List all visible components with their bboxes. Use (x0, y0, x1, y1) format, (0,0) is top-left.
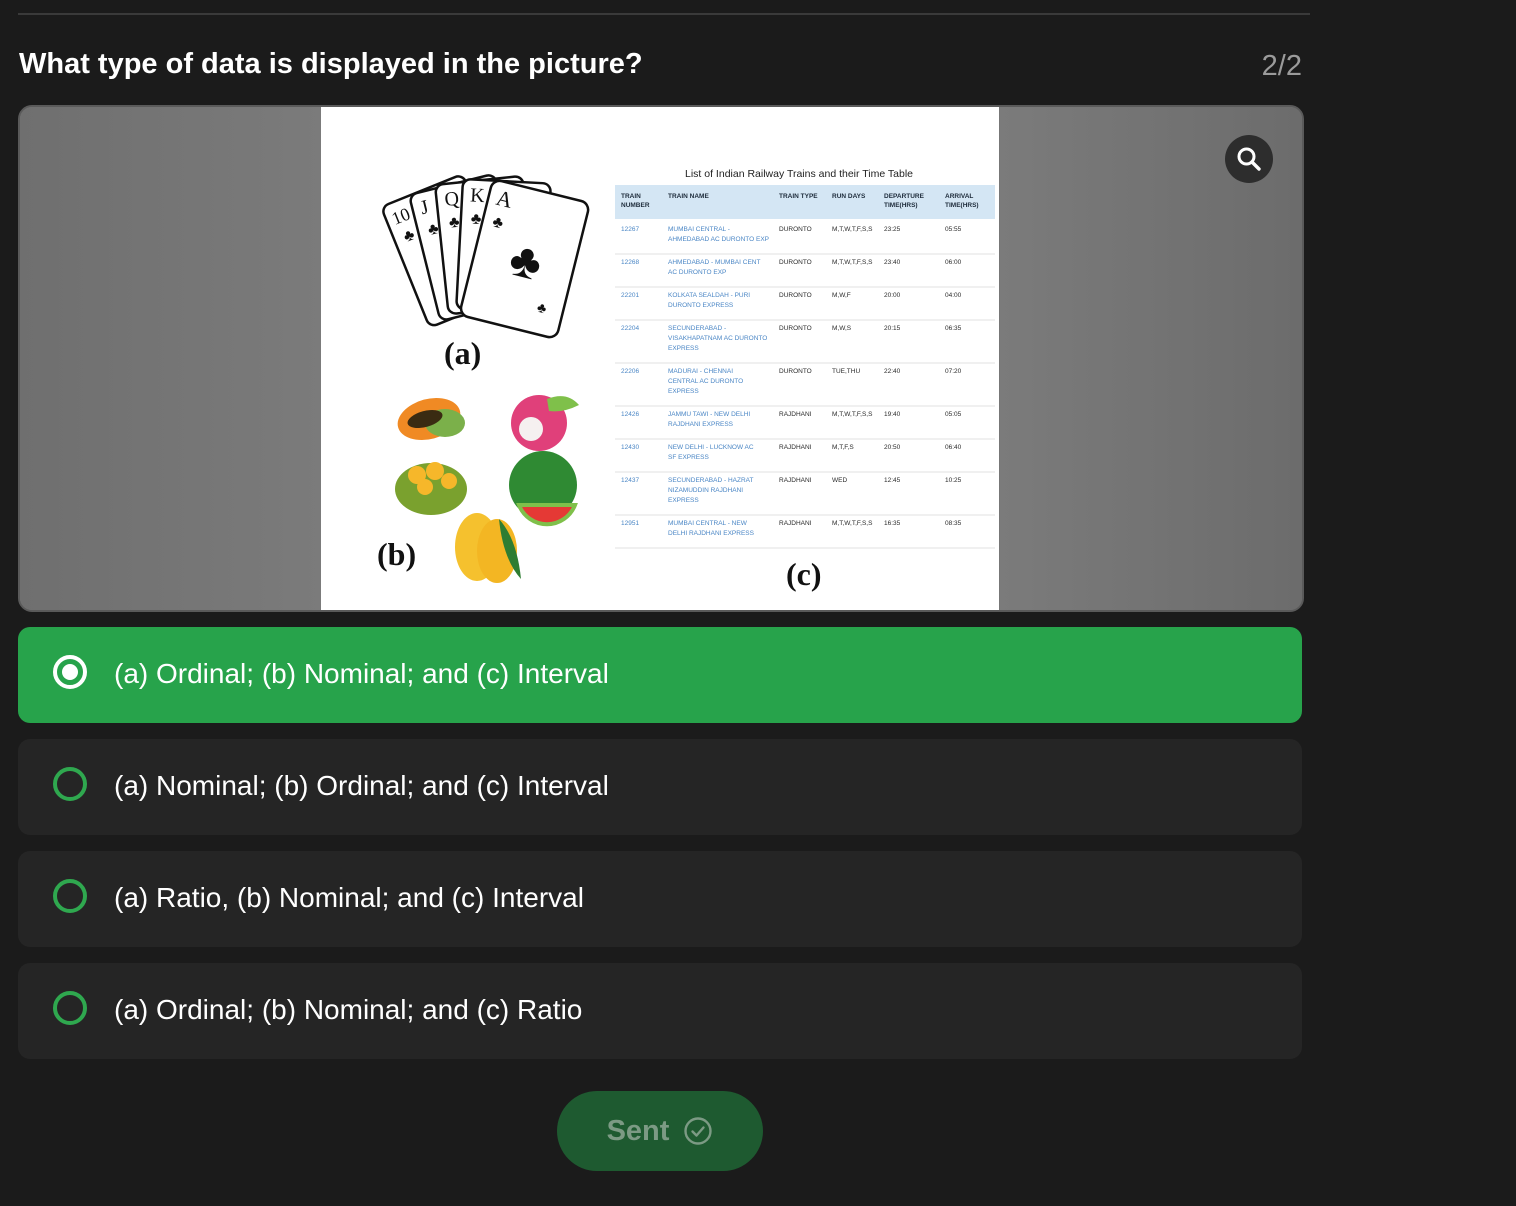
question-image-frame[interactable]: 10 ♣ J ♣ Q ♣ K ♣ A ♣ ♣ ♣ (a) (b) List of… (18, 105, 1304, 612)
timetable-cell: M,T,W,T,F,S,S (832, 411, 873, 418)
card-k-rank: K (470, 184, 486, 207)
sent-button[interactable]: Sent (557, 1091, 763, 1171)
timetable-cell: 16:35 (884, 520, 901, 527)
radio-button[interactable] (53, 991, 87, 1025)
timetable-cell: 06:00 (945, 259, 962, 266)
timetable-cell: 12430 (621, 444, 639, 451)
timetable-cell: RAJDHANI (779, 477, 812, 484)
radio-button-selected[interactable] (53, 655, 87, 689)
timetable-cell: MUMBAI CENTRAL -AHMEDABAD AC DURONTO EXP (668, 226, 769, 243)
timetable-cell: 20:15 (884, 325, 901, 332)
question-counter: 2/2 (1261, 50, 1302, 82)
timetable-cell: 12267 (621, 226, 639, 233)
check-circle-icon (684, 1117, 713, 1145)
timetable-cell: 12:45 (884, 477, 901, 484)
image-backdrop-left (20, 107, 322, 610)
timetable-cell: RAJDHANI (779, 411, 812, 418)
answer-option-label: (a) Nominal; (b) Ordinal; and (c) Interv… (114, 770, 609, 801)
timetable-cell: DURONTO (779, 325, 812, 332)
answer-option-label: (a) Ordinal; (b) Nominal; and (c) Ratio (114, 994, 583, 1025)
timetable-cell: DURONTO (779, 226, 812, 233)
radio-button[interactable] (53, 767, 87, 801)
timetable-cell: TUE,THU (832, 368, 860, 375)
timetable-cell: 04:00 (945, 292, 962, 299)
timetable-cell: 08:35 (945, 520, 962, 527)
timetable-cell: DURONTO (779, 368, 812, 375)
timetable-cell: SECUNDERABAD -VISAKHAPATNAM AC DURONTO EX… (668, 325, 767, 352)
timetable-cell: WED (832, 477, 847, 484)
fruits-illustration (395, 395, 579, 583)
timetable-cell: MADURAI - CHENNAI CENTRAL AC DURONTO EXPRE… (668, 368, 743, 395)
timetable-cell: 06:35 (945, 325, 962, 332)
timetable-cell: MUMBAI CENTRAL - NEW DELHI RAJDHANI EXPRE… (668, 520, 755, 537)
timetable-cell: 23:40 (884, 259, 901, 266)
timetable-cell: 12951 (621, 520, 639, 527)
answer-option-4[interactable]: (a) Ordinal; (b) Nominal; and (c) Ratio (18, 963, 1302, 1059)
question-text: What type of data is displayed in the pi… (19, 48, 643, 80)
timetable-cell: AHMEDABAD - MUMBAI CENT AC DURONTO EXP (668, 259, 760, 276)
timetable-cell: 05:05 (945, 411, 962, 418)
playing-cards-illustration: 10 ♣ J ♣ Q ♣ K ♣ A ♣ ♣ ♣ (382, 174, 590, 339)
timetable-cell: 06:40 (945, 444, 962, 451)
timetable-cell: M,T,W,T,F,S,S (832, 259, 873, 266)
timetable-cell: M,T,W,T,F,S,S (832, 520, 873, 527)
label-b: (b) (377, 536, 416, 572)
search-icon (1237, 147, 1261, 171)
timetable-cell: JAMMU TAWI - NEW DELHI RAJDHANI EXPRESS (668, 411, 750, 428)
timetable-cell: 22206 (621, 368, 639, 375)
timetable-cell: M,W,S (832, 325, 852, 332)
timetable-header-cell: RUN DAYS (832, 193, 866, 200)
timetable-cell: 19:40 (884, 411, 901, 418)
timetable-cell: M,T,W,T,F,S,S (832, 226, 873, 233)
question-picture: 10 ♣ J ♣ Q ♣ K ♣ A ♣ ♣ ♣ (a) (b) List of… (321, 107, 999, 610)
answer-option-label: (a) Ratio, (b) Nominal; and (c) Interval (114, 882, 584, 913)
timetable-cell: 07:20 (945, 368, 962, 375)
zoom-button[interactable] (1225, 135, 1273, 183)
radio-button[interactable] (53, 879, 87, 913)
timetable-cell: SECUNDERABAD - HAZRAT NIZAMUDDIN RAJDHANI… (668, 477, 754, 504)
timetable-cell: 20:50 (884, 444, 901, 451)
timetable-cell: 23:25 (884, 226, 901, 233)
top-divider (18, 13, 1310, 15)
timetable-cell: M,W,F (832, 292, 851, 299)
timetable-cell: 12268 (621, 259, 639, 266)
answer-option-2[interactable]: (a) Nominal; (b) Ordinal; and (c) Interv… (18, 739, 1302, 835)
timetable-cell: RAJDHANI (779, 444, 812, 451)
sent-button-label: Sent (606, 1114, 670, 1147)
timetable-cell: 20:00 (884, 292, 901, 299)
timetable-cell: DURONTO (779, 259, 812, 266)
train-timetable: List of Indian Railway Trains and their … (615, 168, 995, 549)
timetable-cell: NEW DELHI - LUCKNOW AC SF EXPRESS (668, 444, 754, 461)
answer-option-3[interactable]: (a) Ratio, (b) Nominal; and (c) Interval (18, 851, 1302, 947)
timetable-header-cell: TRAIN NAME (668, 193, 709, 200)
timetable-cell: M,T,F,S (832, 444, 854, 451)
label-c: (c) (786, 556, 822, 592)
answer-option-1[interactable]: (a) Ordinal; (b) Nominal; and (c) Interv… (18, 627, 1302, 723)
timetable-cell: 22:40 (884, 368, 901, 375)
timetable-cell: 12437 (621, 477, 639, 484)
label-a: (a) (444, 335, 481, 371)
timetable-cell: 10:25 (945, 477, 962, 484)
timetable-cell: KOLKATA SEALDAH - PURI DURONTO EXPRESS (668, 292, 750, 309)
timetable-cell: 22204 (621, 325, 639, 332)
timetable-cell: 12426 (621, 411, 639, 418)
timetable-cell: RAJDHANI (779, 520, 812, 527)
timetable-cell: 22201 (621, 292, 639, 299)
image-backdrop-right (1000, 107, 1302, 610)
timetable-header-cell: TRAIN TYPE (779, 193, 818, 200)
card-q-rank: Q (443, 188, 460, 211)
timetable-title: List of Indian Railway Trains and their … (685, 168, 913, 180)
timetable-cell: 05:55 (945, 226, 962, 233)
timetable-cell: DURONTO (779, 292, 812, 299)
answer-option-label: (a) Ordinal; (b) Nominal; and (c) Interv… (114, 658, 609, 689)
